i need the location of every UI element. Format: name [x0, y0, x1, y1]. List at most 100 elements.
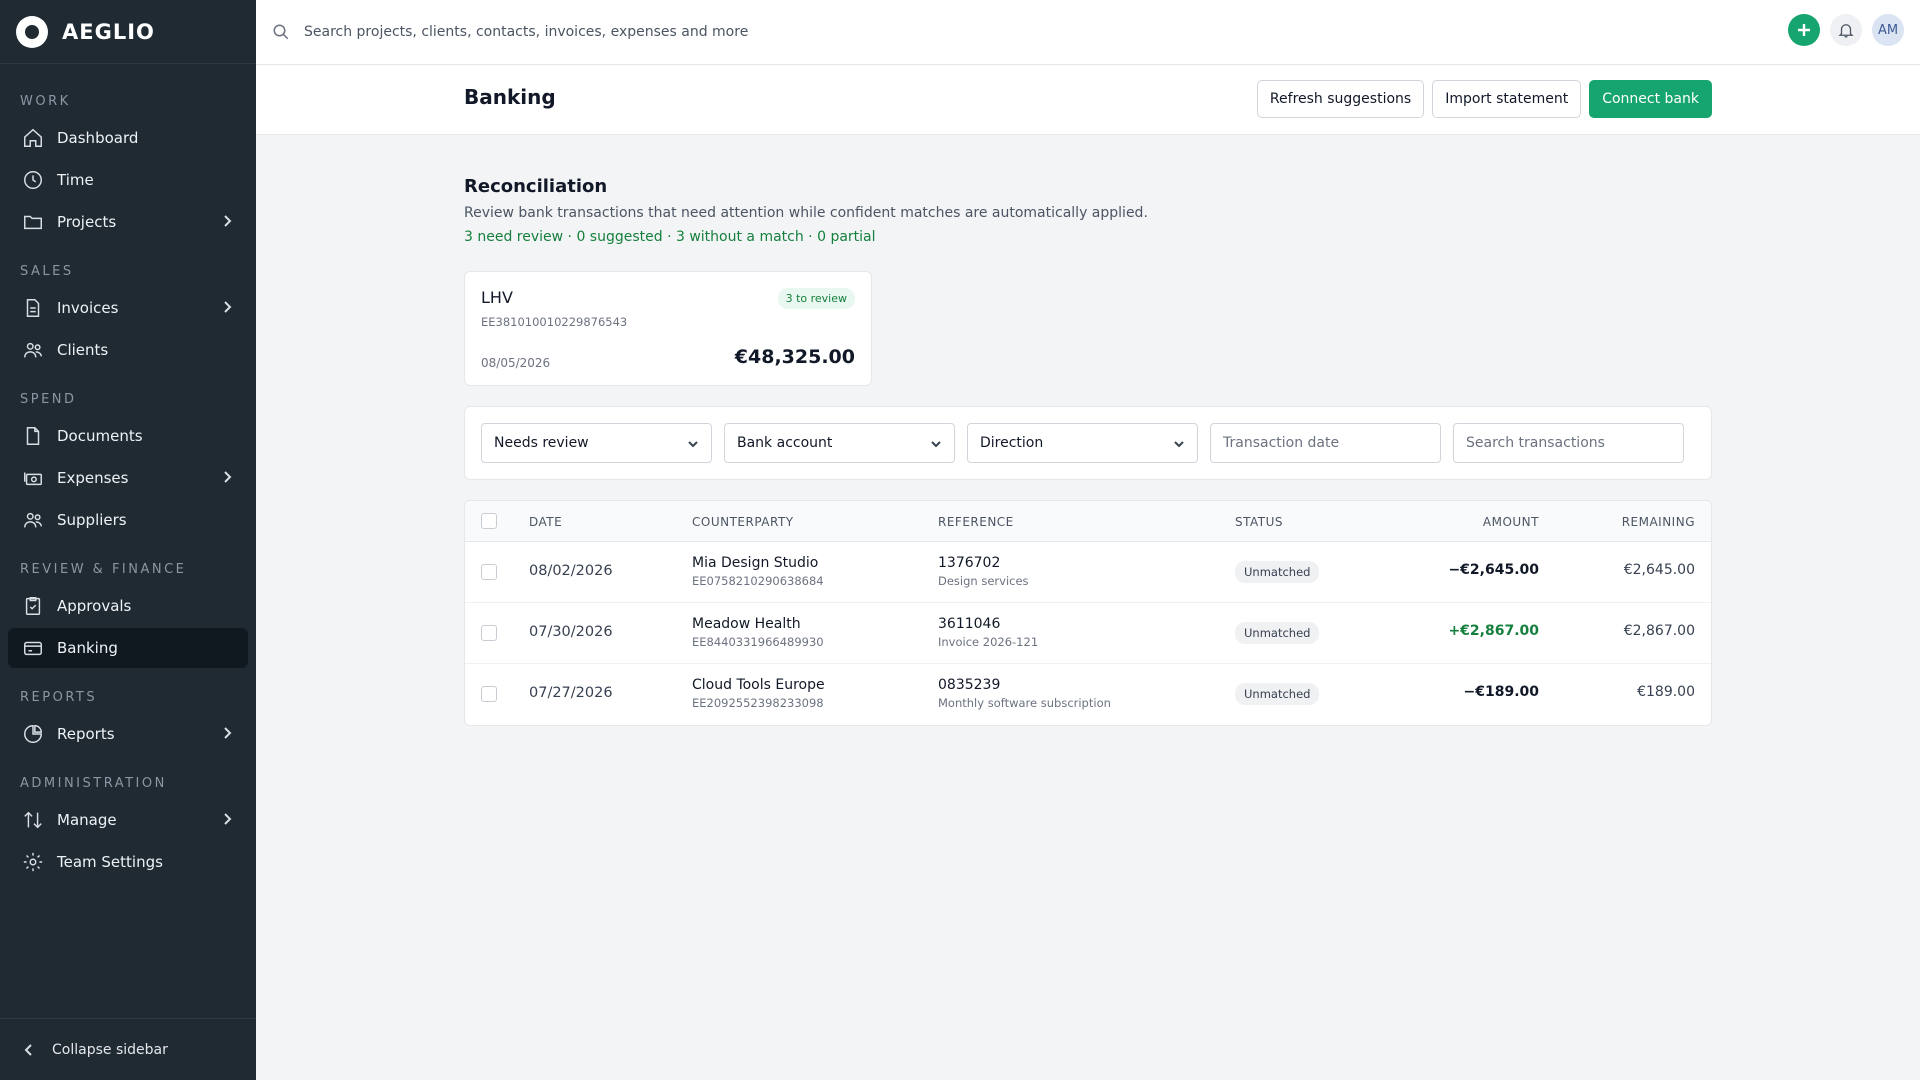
chevron-down-icon — [931, 441, 941, 448]
sidebar-item-documents[interactable]: Documents — [8, 416, 248, 456]
sidebar-item-label: Reports — [57, 725, 115, 743]
status-badge: Unmatched — [1235, 683, 1320, 705]
pie-chart-icon — [24, 725, 42, 743]
column-header-counterparty[interactable]: COUNTERPARTY — [692, 515, 794, 529]
notifications-button[interactable] — [1830, 14, 1862, 46]
status-filter-select[interactable]: Needs review — [481, 423, 712, 463]
chevron-right-icon — [224, 813, 232, 825]
row-checkbox[interactable] — [481, 564, 497, 580]
sidebar-item-label: Projects — [57, 213, 117, 231]
bank-account-card[interactable]: LHV EE381010010229876543 3 to review 08/… — [464, 271, 872, 386]
select-all-checkbox[interactable] — [481, 513, 497, 529]
connect-bank-button[interactable]: Connect bank — [1589, 80, 1712, 118]
reconciliation-description: Review bank transactions that need atten… — [464, 205, 1148, 221]
section-title-spend: SPEND — [20, 392, 77, 407]
search-transactions-field[interactable] — [1453, 423, 1684, 463]
file-icon — [26, 427, 40, 445]
row-amount: −€189.00 — [1463, 684, 1540, 700]
logo-mark-icon — [16, 15, 48, 48]
chevron-right-icon — [224, 471, 232, 483]
column-header-reference[interactable]: REFERENCE — [938, 515, 1014, 529]
cash-icon — [24, 472, 42, 486]
sidebar-item-clients[interactable]: Clients — [8, 330, 248, 370]
sidebar-item-label: Banking — [57, 639, 118, 657]
sidebar-item-projects[interactable]: Projects — [8, 202, 248, 242]
row-reference: 0835239 Monthly software subscription — [938, 677, 1111, 710]
row-checkbox[interactable] — [481, 625, 497, 641]
sidebar-item-reports[interactable]: Reports — [8, 714, 248, 754]
sidebar-item-approvals[interactable]: Approvals — [8, 586, 248, 626]
row-checkbox[interactable] — [481, 686, 497, 702]
home-icon — [24, 128, 42, 147]
row-remaining: €2,867.00 — [1623, 623, 1695, 639]
collapse-sidebar-label: Collapse sidebar — [52, 1041, 168, 1058]
bank-account-filter-select[interactable]: Bank account — [724, 423, 955, 463]
status-filter-value: Needs review — [494, 435, 589, 451]
column-header-amount[interactable]: AMOUNT — [1483, 515, 1539, 529]
global-search-input[interactable] — [304, 24, 1104, 40]
top-actions: AM — [1788, 14, 1904, 46]
sidebar-item-invoices[interactable]: Invoices — [8, 288, 248, 328]
bank-account-filter-value: Bank account — [737, 435, 833, 451]
logo[interactable]: AEGLIO — [0, 0, 256, 64]
counterparty-name: Meadow Health — [692, 616, 801, 632]
transaction-date-input[interactable] — [1223, 435, 1423, 451]
bell-icon — [1838, 24, 1854, 38]
users-icon — [24, 512, 42, 528]
avatar[interactable]: AM — [1872, 14, 1904, 46]
row-amount: −€2,645.00 — [1448, 562, 1539, 578]
account-name: LHV — [481, 288, 513, 307]
sidebar-item-label: Time — [57, 171, 94, 189]
table-row[interactable]: 07/30/2026 Meadow Health EE8440331966489… — [465, 603, 1711, 664]
credit-card-icon — [24, 641, 42, 656]
sidebar-item-time[interactable]: Time — [8, 160, 248, 200]
create-new-button[interactable] — [1788, 14, 1820, 46]
chevron-right-icon — [224, 301, 232, 313]
search-transactions-input[interactable] — [1466, 435, 1666, 451]
account-iban: EE381010010229876543 — [481, 315, 628, 329]
column-header-date[interactable]: DATE — [529, 515, 562, 529]
table-row[interactable]: 07/27/2026 Cloud Tools Europe EE20925523… — [465, 664, 1711, 725]
sidebar-item-dashboard[interactable]: Dashboard — [8, 118, 248, 158]
header-actions: Refresh suggestions Import statement Con… — [1256, 80, 1712, 118]
counterparty-iban: EE075821029063868​4 — [692, 574, 824, 588]
refresh-suggestions-button[interactable]: Refresh suggestions — [1256, 80, 1425, 118]
clock-icon — [24, 171, 42, 189]
row-date: 08/02/2026 — [529, 563, 613, 579]
page-title: Banking — [464, 85, 556, 109]
import-statement-button[interactable]: Import statement — [1432, 80, 1582, 118]
topbar: AM — [256, 0, 1920, 65]
sidebar-item-label: Expenses — [57, 469, 129, 487]
clipboard-check-icon — [25, 597, 41, 615]
account-date: 08/05/2026 — [481, 356, 551, 370]
sidebar-item-label: Suppliers — [57, 511, 127, 529]
table-row[interactable]: 08/02/2026 Mia Design Studio EE075821029… — [465, 542, 1711, 603]
reference-number: 3611046 — [938, 616, 1001, 632]
section-title-reports: REPORTS — [20, 690, 98, 705]
sidebar-item-label: Dashboard — [57, 129, 139, 147]
direction-filter-select[interactable]: Direction — [967, 423, 1198, 463]
document-icon — [26, 299, 40, 317]
sidebar-item-team-settings[interactable]: Team Settings — [8, 842, 248, 882]
counterparty-iban: EE209255239823309​8 — [692, 696, 824, 710]
section-title-sales: SALES — [20, 264, 74, 279]
page-header: Banking Refresh suggestions Import state… — [256, 65, 1920, 135]
transaction-date-field[interactable] — [1210, 423, 1441, 463]
reference-note: Design services — [938, 574, 1029, 588]
chevron-right-icon — [224, 727, 232, 739]
sidebar-item-suppliers[interactable]: Suppliers — [8, 500, 248, 540]
counterparty-iban: EE844033196648993​0 — [692, 635, 824, 649]
sidebar-item-label: Approvals — [57, 597, 132, 615]
row-amount: +€2,867.00 — [1448, 623, 1539, 639]
direction-filter-value: Direction — [980, 435, 1044, 451]
row-date: 07/30/2026 — [529, 624, 613, 640]
sidebar-item-expenses[interactable]: Expenses — [8, 458, 248, 498]
row-reference: 1376702 Design services — [938, 555, 1029, 588]
row-reference: 3611046 Invoice 2026-121 — [938, 616, 1038, 649]
column-header-status[interactable]: STATUS — [1235, 515, 1283, 529]
row-counterparty: Meadow Health EE844033196648993​0 — [692, 616, 824, 649]
collapse-sidebar-button[interactable]: Collapse sidebar — [0, 1018, 256, 1080]
column-header-remaining[interactable]: REMAINING — [1622, 515, 1695, 529]
sidebar-item-manage[interactable]: Manage — [8, 800, 248, 840]
sidebar-item-banking[interactable]: Banking — [8, 628, 248, 668]
